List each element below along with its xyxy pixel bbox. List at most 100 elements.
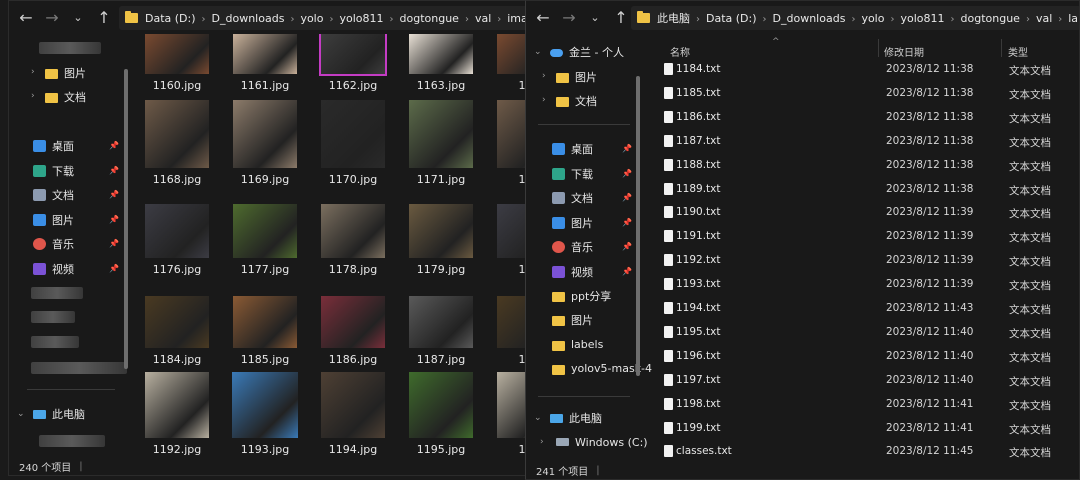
sidebar-item-folder[interactable]: labels: [552, 334, 603, 356]
breadcrumb-item[interactable]: yolo: [861, 12, 884, 25]
sidebar-item-document[interactable]: 文档: [33, 184, 74, 206]
sidebar-item-this-pc[interactable]: ⌄ 此电脑: [17, 403, 85, 425]
breadcrumb-item[interactable]: yolo811: [900, 12, 944, 25]
sidebar-item-onedrive[interactable]: ⌄ 金兰 - 个人: [534, 41, 624, 63]
pin-icon[interactable]: 📌: [109, 239, 119, 248]
thumbnail-tile[interactable]: 1179.jpg: [401, 204, 481, 276]
sidebar-item-this-pc[interactable]: ⌄ 此电脑: [534, 407, 602, 429]
pin-icon[interactable]: 📌: [109, 190, 119, 199]
sidebar-item-music[interactable]: 音乐: [33, 233, 74, 255]
pin-icon[interactable]: 📌: [622, 267, 632, 276]
sidebar-item-picture[interactable]: 图片: [33, 209, 74, 231]
sidebar-item-picture[interactable]: 图片: [552, 212, 593, 234]
thumbnail-tile[interactable]: 1169.jpg: [225, 100, 305, 186]
file-row[interactable]: 1187.txt 2023/8/12 11:38 文本文档: [664, 130, 1079, 154]
thumbnail-tile[interactable]: 1193.jpg: [225, 372, 305, 456]
thumbnail-tile[interactable]: 1178.jpg: [313, 204, 393, 276]
thumbnail-tile[interactable]: 1187.jpg: [401, 296, 481, 366]
file-row[interactable]: 1188.txt 2023/8/12 11:38 文本文档: [664, 154, 1079, 178]
up-button[interactable]: ↑: [91, 5, 117, 31]
file-row[interactable]: 1194.txt 2023/8/12 11:43 文本文档: [664, 297, 1079, 321]
thumbnail-tile[interactable]: 1195.jpg: [401, 372, 481, 456]
file-row[interactable]: 1199.txt 2023/8/12 11:41 文本文档: [664, 417, 1079, 441]
sidebar-item-download[interactable]: 下载: [33, 160, 74, 182]
file-row[interactable]: 1198.txt 2023/8/12 11:41 文本文档: [664, 393, 1079, 417]
sidebar-item-desktop[interactable]: 桌面: [33, 135, 74, 157]
thumbnail-tile[interactable]: 118: [489, 204, 527, 276]
thumbnail-tile[interactable]: 1194.jpg: [313, 372, 393, 456]
breadcrumb-item[interactable]: yolo811: [339, 12, 383, 25]
column-divider[interactable]: [878, 39, 879, 57]
forward-button[interactable]: →: [39, 5, 65, 31]
sidebar-item-video[interactable]: 视频: [552, 261, 593, 283]
pin-icon[interactable]: 📌: [109, 264, 119, 273]
breadcrumb-item[interactable]: dogtongue: [961, 12, 1020, 25]
breadcrumb-item[interactable]: yolo: [300, 12, 323, 25]
pin-icon[interactable]: 📌: [622, 193, 632, 202]
thumbnail-tile[interactable]: 1186.jpg: [313, 296, 393, 366]
sidebar-item-document[interactable]: 文档: [552, 187, 593, 209]
thumbnail-tile[interactable]: 1162.jpg: [313, 34, 393, 92]
breadcrumb-item[interactable]: Data (D:): [145, 12, 196, 25]
pin-icon[interactable]: 📌: [622, 144, 632, 153]
file-row[interactable]: 1186.txt 2023/8/12 11:38 文本文档: [664, 106, 1079, 130]
pin-icon[interactable]: 📌: [622, 242, 632, 251]
file-row[interactable]: 1197.txt 2023/8/12 11:40 文本文档: [664, 369, 1079, 393]
breadcrumb-item[interactable]: val: [1036, 12, 1052, 25]
thumbnail-tile[interactable]: 1163.jpg: [401, 34, 481, 92]
pin-icon[interactable]: 📌: [622, 218, 632, 227]
column-name-header[interactable]: 名称: [670, 44, 690, 59]
recent-locations-chevron-icon[interactable]: ⌄: [582, 5, 608, 31]
recent-locations-chevron-icon[interactable]: ⌄: [65, 5, 91, 31]
sidebar-item-folder[interactable]: 图片: [552, 309, 593, 331]
forward-button[interactable]: →: [556, 5, 582, 31]
thumbnail-tile[interactable]: 117: [489, 100, 527, 186]
thumbnail-tile[interactable]: 119: [489, 372, 527, 456]
file-row[interactable]: 1196.txt 2023/8/12 11:40 文本文档: [664, 345, 1079, 369]
sidebar-item-desktop[interactable]: 桌面: [552, 138, 593, 160]
thumbnail-tile[interactable]: 1192.jpg: [137, 372, 217, 456]
file-row[interactable]: 1185.txt 2023/8/12 11:38 文本文档: [664, 82, 1079, 106]
breadcrumb-item[interactable]: val: [475, 12, 491, 25]
sidebar-item-folder[interactable]: › 文档: [542, 90, 597, 112]
breadcrumb-item[interactable]: Data (D:): [706, 12, 757, 25]
file-row[interactable]: 1195.txt 2023/8/12 11:40 文本文档: [664, 321, 1079, 345]
breadcrumb-item[interactable]: D_downloads: [212, 12, 285, 25]
sidebar-item-download[interactable]: 下载: [552, 163, 593, 185]
thumbnail-tile[interactable]: 1161.jpg: [225, 34, 305, 92]
thumbnail-tile[interactable]: 1185.jpg: [225, 296, 305, 366]
sidebar-item-windows-c[interactable]: › Windows (C:): [540, 431, 648, 453]
sidebar-item-folder[interactable]: ppt分享: [552, 285, 611, 307]
pin-icon[interactable]: 📌: [622, 169, 632, 178]
sidebar-item-folder[interactable]: › 图片: [31, 62, 86, 84]
back-button[interactable]: ←: [530, 5, 556, 31]
breadcrumb-item[interactable]: D_downloads: [773, 12, 846, 25]
thumbnail-tile[interactable]: 1171.jpg: [401, 100, 481, 186]
thumbnail-tile[interactable]: 116: [489, 34, 527, 92]
file-row[interactable]: 1184.txt 2023/8/12 11:38 文本文档: [664, 58, 1079, 82]
thumbnail-tile[interactable]: 1168.jpg: [137, 100, 217, 186]
sidebar-item-folder[interactable]: › 文档: [31, 86, 86, 108]
right-sidebar-scrollbar[interactable]: [636, 76, 640, 376]
breadcrumb-item[interactable]: dogtongue: [400, 12, 459, 25]
pin-icon[interactable]: 📌: [109, 166, 119, 175]
file-row[interactable]: 1190.txt 2023/8/12 11:39 文本文档: [664, 201, 1079, 225]
pin-icon[interactable]: 📌: [109, 215, 119, 224]
file-row[interactable]: 1191.txt 2023/8/12 11:39 文本文档: [664, 225, 1079, 249]
breadcrumb-item[interactable]: 此电脑: [657, 12, 690, 25]
thumbnail-tile[interactable]: 1184.jpg: [137, 296, 217, 366]
column-divider[interactable]: [1001, 39, 1002, 57]
back-button[interactable]: ←: [13, 5, 39, 31]
column-type-header[interactable]: 类型: [1008, 44, 1028, 59]
thumbnail-tile[interactable]: 1160.jpg: [137, 34, 217, 92]
thumbnail-tile[interactable]: 1176.jpg: [137, 204, 217, 276]
thumbnail-tile[interactable]: 118: [489, 296, 527, 366]
right-address-bar[interactable]: 此电脑 › Data (D:) › D_downloads › yolo › yolo811 › d…: [631, 6, 1079, 30]
left-address-bar[interactable]: Data (D:) › D_downloads › yolo › yolo811 › dogto…: [119, 6, 527, 30]
column-date-header[interactable]: 修改日期: [884, 44, 924, 59]
thumbnail-tile[interactable]: 1170.jpg: [313, 100, 393, 186]
sidebar-item-folder[interactable]: › 图片: [542, 66, 597, 88]
thumbnail-tile[interactable]: 1177.jpg: [225, 204, 305, 276]
sidebar-item-video[interactable]: 视频: [33, 258, 74, 280]
left-sidebar-scrollbar[interactable]: [124, 69, 128, 369]
